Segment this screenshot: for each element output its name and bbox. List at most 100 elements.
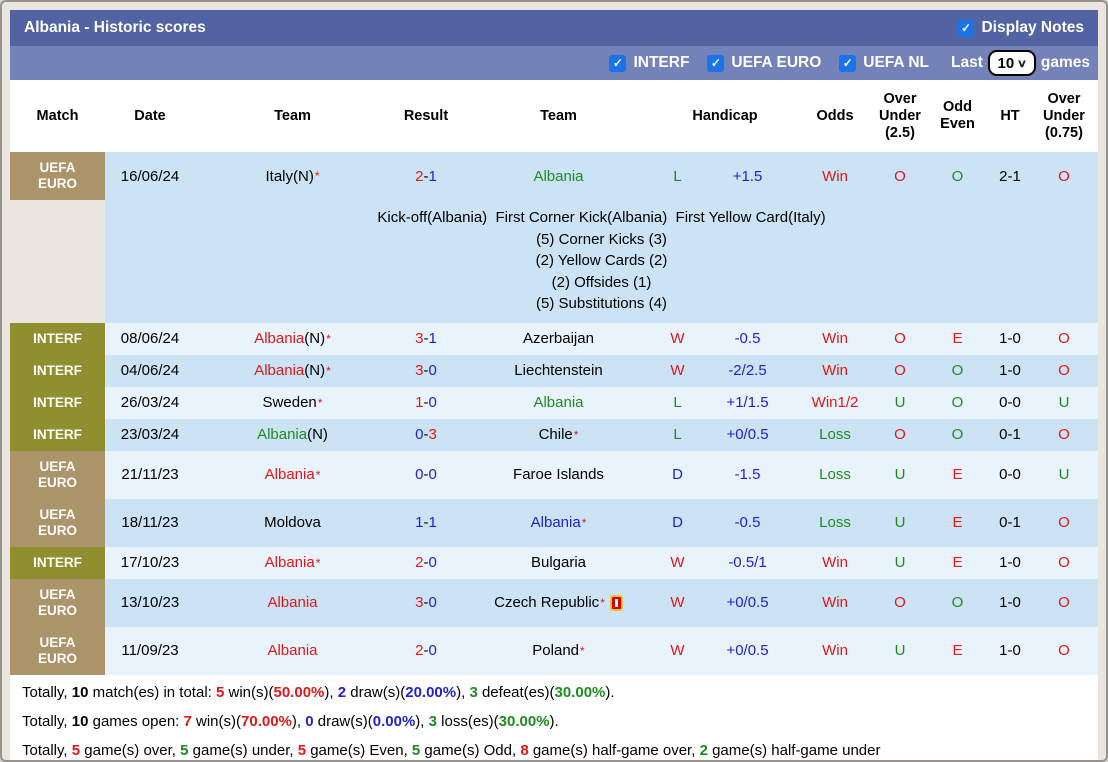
handicap-value: -0.5: [734, 514, 761, 531]
home-team: Albania: [195, 627, 390, 675]
competition-label: EURO: [37, 522, 77, 538]
odd-even: E: [952, 466, 963, 483]
score: 0-0: [390, 451, 462, 499]
wdl-result: L: [673, 394, 682, 411]
team-name: Azerbaijan: [523, 330, 594, 347]
score: 2-1: [390, 152, 462, 200]
filter-checkbox[interactable]: ✓: [609, 54, 627, 72]
ht-score: 0-1: [999, 514, 1021, 531]
note-line: (5) Corner Kicks (3): [536, 230, 667, 248]
summary-segment: game(s) Odd,: [420, 741, 521, 759]
match-competition-badge: INTERF: [10, 322, 105, 355]
odd-even: E: [952, 554, 963, 571]
team-name: Poland: [532, 642, 580, 659]
last-games-control: Last 10 ∨ games: [951, 50, 1090, 76]
away-score: 0: [428, 466, 437, 483]
over-under-0-75: O: [1058, 554, 1070, 571]
home-team: Moldova: [195, 499, 390, 547]
away-team: Faroe Islands: [462, 451, 655, 499]
away-team: Chile *: [538, 426, 579, 443]
title-bar: Albania - Historic scores ✓ Display Note…: [10, 10, 1098, 46]
match-date: 04/06/24: [120, 362, 180, 379]
odds-result: Win: [822, 554, 848, 571]
odd-even: O: [951, 167, 964, 185]
summary-segment: 5: [411, 741, 421, 759]
summary-segment: Totally,: [22, 683, 72, 701]
ht-score: 1-0: [999, 330, 1021, 347]
match-date: 11/09/23: [121, 642, 179, 659]
over-under-0-75: O: [1058, 362, 1070, 379]
display-notes-checkbox[interactable]: ✓: [957, 19, 975, 37]
match-row: UEFA EURO 16/06/24 Italy (N) * 2-1 Albania L +1.5…: [10, 152, 1098, 200]
note-line: (5) Substitutions (4): [536, 295, 667, 312]
handicap-value: -0.5/1: [728, 554, 767, 571]
wdl-result: W: [670, 554, 685, 571]
team-name: Albania: [264, 466, 315, 483]
note-line: (2) Offsides (1): [551, 273, 652, 291]
wdl-result: W: [670, 362, 685, 379]
chevron-down-icon: ∨: [1016, 57, 1028, 70]
score: 3-0: [390, 579, 462, 627]
summary-segment: ).: [605, 683, 615, 701]
filter-item-uefa-nl: ✓ UEFA NL: [839, 54, 929, 72]
away-score: 0: [428, 594, 437, 611]
odd-even: O: [951, 426, 964, 443]
note-line: Kick-off(Albania) First Corner Kick(Alba…: [377, 209, 826, 226]
summary-segment: ),: [456, 683, 470, 701]
over-under-2-5: O: [894, 594, 906, 611]
column-header-handicap: Handicap: [692, 107, 758, 124]
match-date: 23/03/24: [120, 426, 180, 443]
match-competition-badge: INTERF: [10, 354, 105, 387]
filter-label: UEFA EURO: [731, 54, 822, 71]
competition-label: INTERF: [33, 426, 82, 442]
over-under-0-75: U: [1058, 466, 1070, 483]
team-name: Albania: [267, 594, 318, 611]
odds-result: Win: [822, 362, 848, 379]
summary-segment: ),: [415, 712, 429, 730]
summary-segment: 3: [428, 712, 437, 730]
summary-segment: loss(es)(: [436, 712, 499, 730]
summary-segment: 30.00%: [498, 712, 550, 730]
home-team: Albania *: [264, 466, 321, 483]
summary-segment: 10: [71, 683, 89, 701]
summary-segment: 30.00%: [554, 683, 606, 701]
away-team: Albania *: [530, 514, 587, 531]
summary-segment: ).: [549, 712, 559, 730]
column-header-over-under-2.5-: Over Under (2.5): [879, 90, 921, 141]
team-name: Czech Republic: [494, 594, 600, 611]
filter-checkbox[interactable]: ✓: [839, 54, 857, 72]
home-score: 3: [415, 330, 424, 347]
summary-line: Totally, 10 match(es) in total: 5 win(s)…: [22, 678, 1086, 707]
team-name: Albania: [267, 642, 318, 659]
filter-label: UEFA NL: [863, 54, 929, 71]
summary-segment: 70.00%: [241, 712, 292, 730]
summary-segment: game(s) half-game over,: [528, 741, 700, 759]
summary-segment: game(s) Even,: [306, 741, 412, 759]
summary-segment: 7: [183, 712, 192, 730]
summary-segment: 0.00%: [372, 712, 416, 730]
filter-label: INTERF: [633, 54, 690, 71]
page-title: Albania - Historic scores: [24, 19, 206, 36]
over-under-2-5: O: [894, 330, 906, 347]
home-team: Albania: [195, 579, 390, 627]
competition-label: EURO: [37, 176, 77, 191]
away-score: 0: [428, 642, 437, 659]
match-competition-badge: UEFA EURO: [10, 498, 105, 547]
over-under-0-75: O: [1058, 167, 1070, 185]
filter-item-uefa-euro: ✓ UEFA EURO: [707, 54, 821, 72]
home-score: 3: [415, 594, 424, 611]
summary-segment: 2: [337, 683, 347, 701]
over-under-2-5: U: [894, 394, 906, 411]
match-date: 26/03/24: [120, 394, 180, 411]
last-games-select[interactable]: 10 ∨: [987, 50, 1036, 76]
competition-label: UEFA: [39, 160, 76, 175]
summary-segment: 3: [469, 683, 478, 701]
home-score: 0: [415, 466, 424, 483]
score: 2-0: [390, 547, 462, 579]
checkmark-icon: ✓: [612, 56, 623, 70]
summary-segment: game(s) under,: [188, 741, 298, 759]
last-games-value: 10: [997, 54, 1015, 72]
team-name: Bulgaria: [530, 554, 587, 571]
summary-segment: draw(s)(: [313, 712, 373, 730]
filter-checkbox[interactable]: ✓: [707, 54, 725, 72]
